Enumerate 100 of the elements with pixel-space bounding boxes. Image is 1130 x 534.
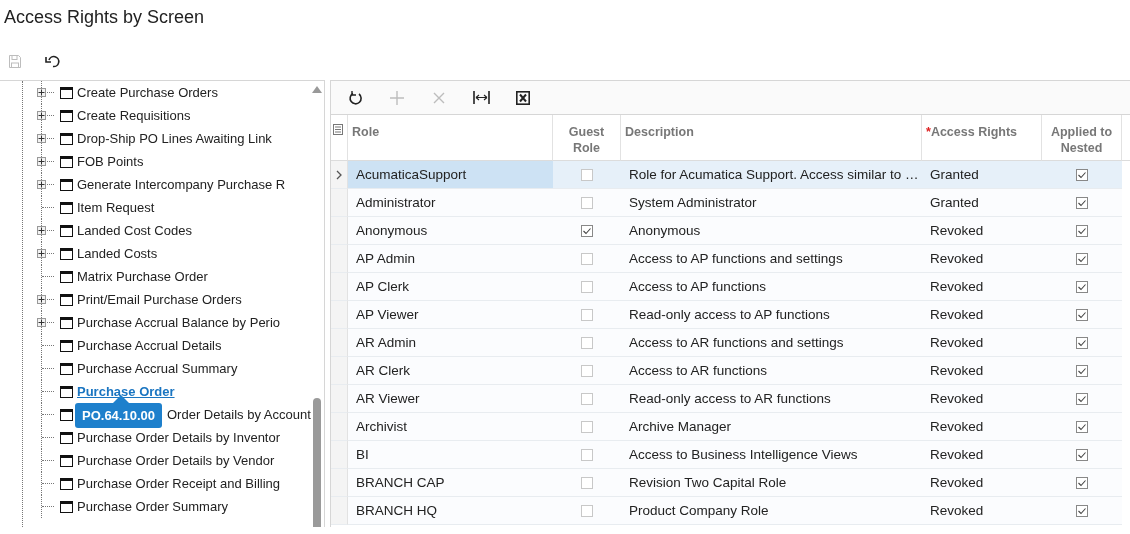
checkbox[interactable] (1076, 336, 1088, 349)
table-cell: Granted (922, 161, 1042, 189)
checkbox[interactable] (581, 392, 593, 405)
table-cell: Anonymous (348, 217, 553, 245)
checkbox[interactable] (1076, 280, 1088, 293)
window-icon (60, 339, 73, 352)
tree-item[interactable]: Print/Email Purchase Orders (77, 292, 242, 307)
tree-item[interactable]: Purchase Accrual Details (77, 338, 222, 353)
expand-button[interactable] (37, 226, 46, 235)
checkbox[interactable] (1076, 224, 1088, 237)
tree-item[interactable]: Generate Intercompany Purchase R (77, 177, 286, 192)
tooltip: PO.64.10.00 (75, 395, 162, 428)
expand-button[interactable] (37, 157, 46, 166)
window-icon (60, 155, 73, 168)
refresh-button[interactable] (346, 88, 364, 107)
expand-button[interactable] (37, 295, 46, 304)
column-header[interactable]: Guest Role (553, 115, 621, 161)
checkbox[interactable] (1076, 504, 1088, 517)
expand-button[interactable] (37, 249, 46, 258)
checkbox[interactable] (581, 448, 593, 461)
table-cell: Granted (922, 189, 1042, 217)
table-cell: Anonymous (621, 217, 922, 245)
table-cell: Access to AR functions and settings (621, 329, 922, 357)
tree-item[interactable]: Create Requisitions (77, 108, 191, 123)
table-cell: Revoked (922, 217, 1042, 245)
checkbox[interactable] (581, 252, 593, 265)
tree-item[interactable]: Purchase Accrual Summary (77, 361, 238, 376)
tree-item[interactable]: Purchase Accrual Balance by Perio (77, 315, 281, 330)
table-cell: Archivist (348, 413, 553, 441)
table-cell: Product Company Role (621, 497, 922, 525)
scroll-up-arrow-icon[interactable] (312, 85, 322, 93)
tree-item[interactable]: Purchase Order Details by Vendor (77, 453, 275, 468)
expand-button[interactable] (37, 180, 46, 189)
window-icon (60, 477, 73, 490)
table-cell: Access to AP functions and settings (621, 245, 922, 273)
checkbox[interactable] (581, 168, 593, 181)
checkbox[interactable] (581, 308, 593, 321)
checkbox[interactable] (581, 196, 593, 209)
column-header[interactable]: *Access Rights (922, 115, 1042, 161)
excel-button[interactable] (514, 88, 532, 107)
tree-item[interactable]: Purchase Order Receipt and Billing (77, 476, 281, 491)
checkbox[interactable] (1076, 476, 1088, 489)
checkbox[interactable] (581, 504, 593, 517)
fit-width-button[interactable] (472, 88, 490, 107)
expand-button[interactable] (37, 318, 46, 327)
expand-button[interactable] (37, 111, 46, 120)
table-cell: Revoked (922, 301, 1042, 329)
tree-item[interactable]: Landed Cost Codes (77, 223, 192, 238)
column-header[interactable]: Description (621, 115, 922, 161)
checkbox[interactable] (1076, 364, 1088, 377)
page-title: Access Rights by Screen (3, 6, 206, 29)
window-icon (60, 431, 73, 444)
tree-item[interactable]: Item Request (77, 200, 155, 215)
table-cell: Administrator (348, 189, 553, 217)
checkbox[interactable] (581, 476, 593, 489)
window-icon (60, 86, 73, 99)
window-icon (60, 247, 73, 260)
table-cell: Revoked (922, 385, 1042, 413)
table-cell: AR Admin (348, 329, 553, 357)
window-icon (60, 132, 73, 145)
table-cell: Revoked (922, 245, 1042, 273)
checkbox[interactable] (581, 336, 593, 349)
table-cell: System Administrator (621, 189, 922, 217)
expand-button[interactable] (37, 88, 46, 97)
table-cell: Role for Acumatica Support. Access similar to … (621, 161, 922, 189)
window-icon (60, 316, 73, 329)
table-cell: AR Viewer (348, 385, 553, 413)
tree-item[interactable]: Order Details by Account (167, 407, 311, 422)
tree-item[interactable]: Create Purchase Orders (77, 85, 218, 100)
column-header[interactable]: Role (348, 115, 553, 161)
checkbox[interactable] (581, 420, 593, 433)
tree-item[interactable]: Drop-Ship PO Lines Awaiting Link (77, 131, 272, 146)
window-icon (60, 362, 73, 375)
tree-item[interactable]: Purchase Order Details by Inventor (77, 430, 281, 445)
expand-button[interactable] (37, 134, 46, 143)
checkbox[interactable] (581, 224, 593, 237)
tree-item[interactable]: FOB Points (77, 154, 144, 169)
checkbox[interactable] (581, 364, 593, 377)
tree-item[interactable]: Landed Costs (77, 246, 158, 261)
window-icon (60, 385, 73, 398)
checkbox[interactable] (1076, 420, 1088, 433)
tree-item[interactable]: Purchase Order Summary (77, 499, 228, 514)
checkbox[interactable] (1076, 392, 1088, 405)
table-cell: Revoked (922, 441, 1042, 469)
column-header[interactable]: Applied to Nested (1042, 115, 1122, 161)
checkbox[interactable] (1076, 448, 1088, 461)
scrollbar-thumb[interactable] (313, 398, 321, 527)
window-icon (60, 224, 73, 237)
checkbox[interactable] (581, 280, 593, 293)
window-icon (60, 293, 73, 306)
row-selector[interactable] (331, 161, 348, 189)
checkbox[interactable] (1076, 168, 1088, 181)
checkbox[interactable] (1076, 252, 1088, 265)
table-cell: Read-only access to AP functions (621, 301, 922, 329)
window-icon (60, 270, 73, 283)
checkbox[interactable] (1076, 196, 1088, 209)
tree-item[interactable]: Matrix Purchase Order (77, 269, 208, 284)
window-icon (60, 201, 73, 214)
column-settings-icon[interactable] (333, 124, 343, 135)
checkbox[interactable] (1076, 308, 1088, 321)
